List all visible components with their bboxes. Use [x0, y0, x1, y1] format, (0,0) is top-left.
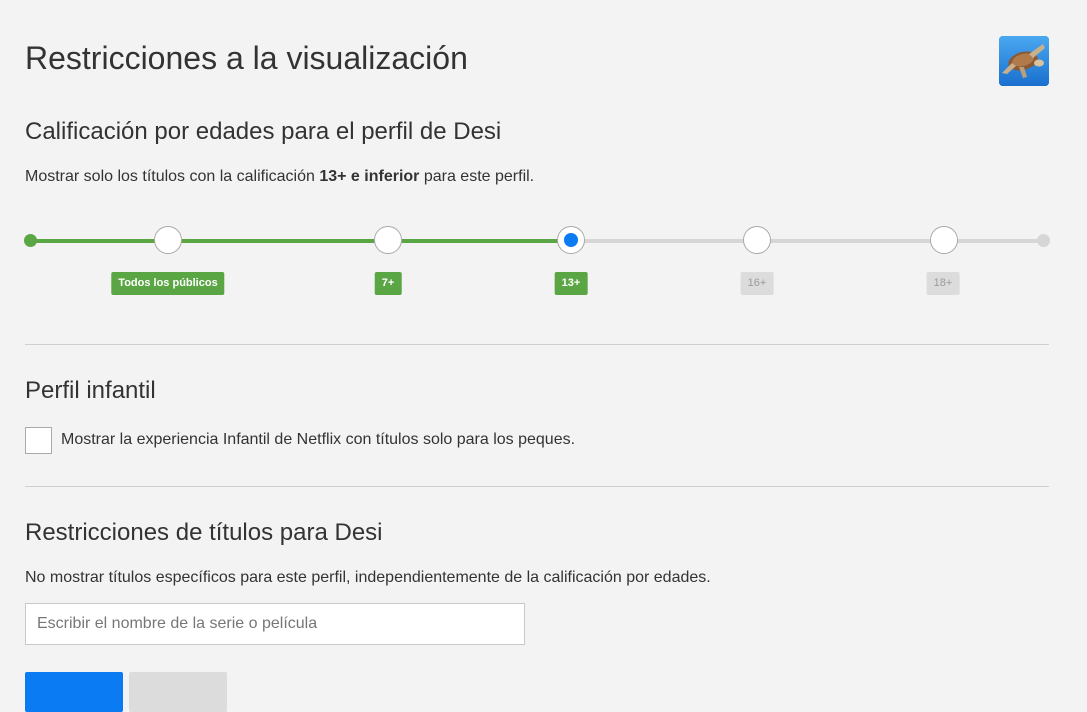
- profile-avatar[interactable]: [999, 36, 1049, 86]
- rating-tag-all-ages[interactable]: Todos los públicos: [111, 272, 225, 295]
- turtle-avatar-icon: [999, 36, 1049, 86]
- maturity-selected-rating: 13+ e inferior: [319, 168, 420, 185]
- slider-end-dot: [1037, 234, 1050, 247]
- slider-knob-18[interactable]: [930, 226, 958, 254]
- section-divider: [25, 486, 1049, 487]
- section-divider: [25, 344, 1049, 345]
- slider-knob-all-ages[interactable]: [154, 226, 182, 254]
- rating-tag-13[interactable]: 13+: [554, 272, 588, 295]
- cancel-button[interactable]: [129, 672, 227, 712]
- rating-tag-18[interactable]: 18+: [926, 272, 960, 295]
- slider-track-filled: [31, 239, 571, 243]
- maturity-heading: Calificación por edades para el perfil d…: [25, 118, 502, 145]
- title-restrictions-heading: Restricciones de títulos para Desi: [25, 519, 383, 546]
- kids-profile-checkbox-label[interactable]: Mostrar la experiencia Infantil de Netfl…: [61, 431, 575, 449]
- rating-tag-16[interactable]: 16+: [740, 272, 774, 295]
- slider-knob-7[interactable]: [374, 226, 402, 254]
- slider-knob-13[interactable]: [557, 226, 585, 254]
- page-title: Restricciones a la visualización: [25, 40, 468, 76]
- save-button[interactable]: [25, 672, 123, 712]
- kids-profile-heading: Perfil infantil: [25, 377, 156, 404]
- maturity-description: Mostrar solo los títulos con la califica…: [25, 168, 535, 185]
- kids-profile-checkbox[interactable]: [25, 427, 52, 454]
- title-restrictions-description: No mostrar títulos específicos para este…: [25, 569, 711, 586]
- slider-knob-16[interactable]: [743, 226, 771, 254]
- title-search-input[interactable]: [25, 603, 525, 645]
- rating-tag-7[interactable]: 7+: [374, 272, 402, 295]
- slider-track-unfilled: [571, 239, 1043, 243]
- slider-start-dot: [24, 234, 37, 247]
